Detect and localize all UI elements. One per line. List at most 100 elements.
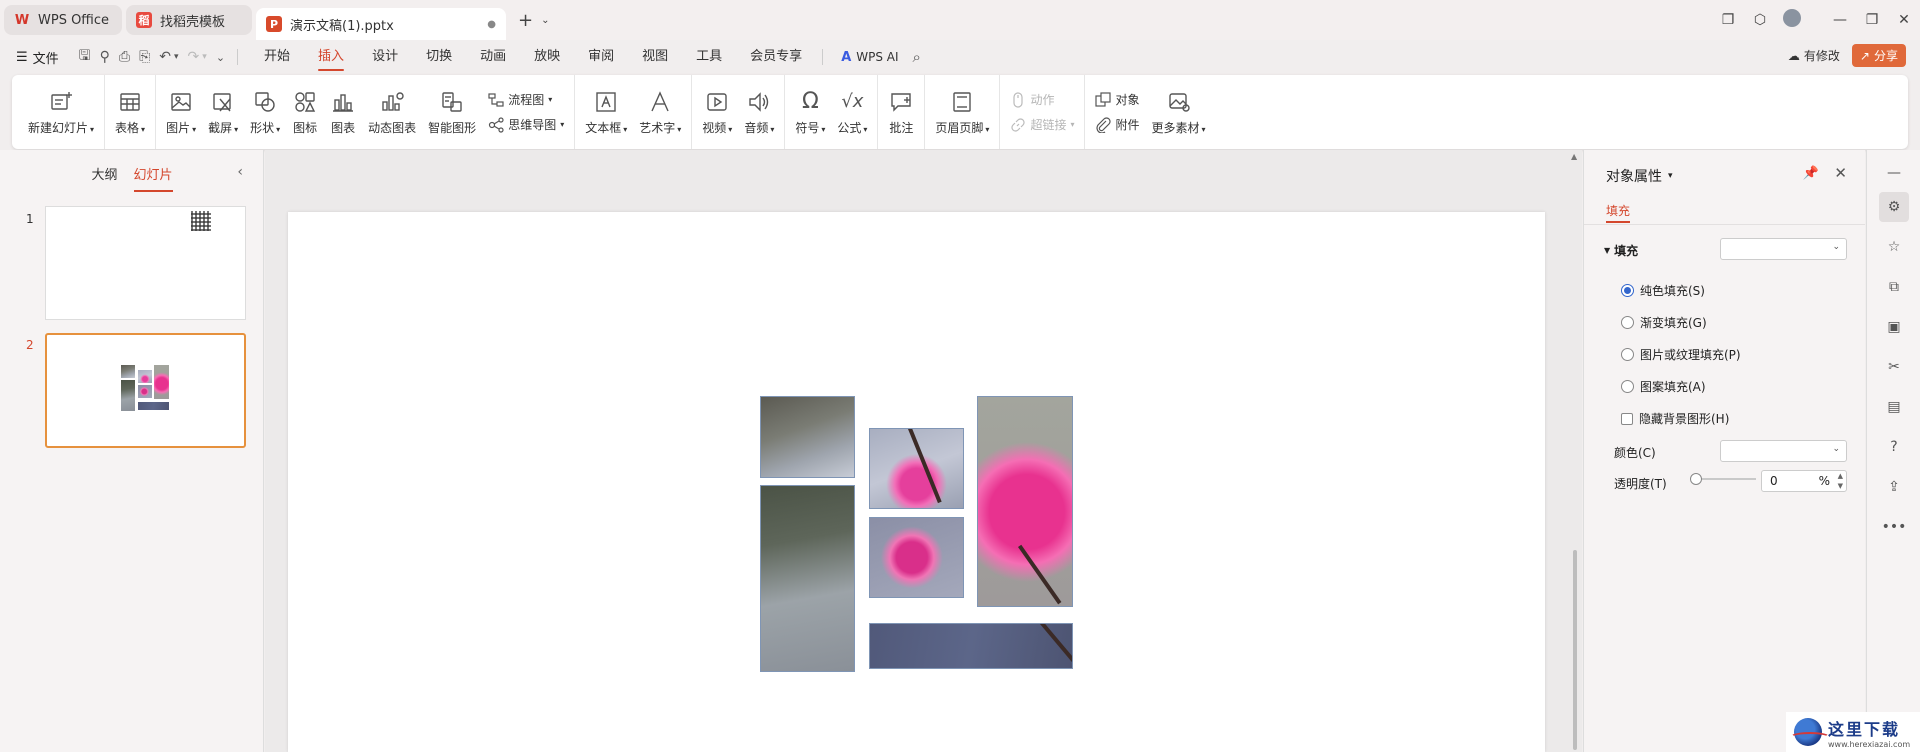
- radio-gradient-fill[interactable]: [1621, 316, 1634, 329]
- textbox-button[interactable]: 文本框 ▾: [579, 75, 633, 149]
- option-hide-background[interactable]: 隐藏背景图形(H): [1621, 410, 1729, 427]
- modified-status-button[interactable]: ☁ 有修改: [1788, 47, 1840, 64]
- tab-slideshow[interactable]: 放映: [520, 40, 574, 74]
- scrollbar-thumb[interactable]: [1573, 550, 1577, 750]
- scroll-up-icon[interactable]: ▲: [1571, 152, 1577, 161]
- tab-design[interactable]: 设计: [358, 40, 412, 74]
- wps-ai-button[interactable]: A WPS AI: [841, 50, 898, 65]
- print-icon[interactable]: ⎙: [119, 49, 130, 65]
- checkbox-hide-background[interactable]: [1621, 412, 1633, 425]
- fill-type-select[interactable]: ⌄: [1720, 238, 1847, 260]
- radio-solid-fill[interactable]: [1621, 284, 1634, 297]
- slide-thumbnail-2[interactable]: [45, 333, 246, 448]
- more-material-button[interactable]: 更多素材 ▾: [1145, 75, 1211, 149]
- hyperlink-button[interactable]: 超链接 ▾: [1010, 116, 1074, 133]
- properties-sliders-icon[interactable]: ⚙: [1879, 192, 1909, 222]
- radio-pattern-fill[interactable]: [1621, 380, 1634, 393]
- chart-button[interactable]: 图表: [324, 75, 362, 149]
- file-menu[interactable]: ☰ 文件: [16, 48, 59, 67]
- color-select[interactable]: ⌄: [1720, 440, 1847, 462]
- radio-picture-fill[interactable]: [1621, 348, 1634, 361]
- option-picture-fill[interactable]: 图片或纹理填充(P): [1621, 346, 1741, 363]
- collapse-sidebar-icon[interactable]: —: [1879, 158, 1909, 188]
- option-solid-fill[interactable]: 纯色填充(S): [1621, 282, 1705, 299]
- print-preview-icon[interactable]: ⎘: [139, 49, 150, 65]
- vertical-scrollbar[interactable]: ▲: [1570, 150, 1580, 752]
- image-edit-icon[interactable]: ▣: [1879, 312, 1909, 342]
- layers-icon[interactable]: ⧉: [1879, 272, 1909, 302]
- picture-button[interactable]: 图片 ▾: [160, 75, 202, 149]
- flowchart-button[interactable]: 流程图 ▾: [488, 91, 564, 108]
- symbol-button[interactable]: Ω 符号 ▾: [789, 75, 831, 149]
- option-gradient-fill[interactable]: 渐变填充(G): [1621, 314, 1707, 331]
- tab-transition[interactable]: 切换: [412, 40, 466, 74]
- slide-thumbnail-1[interactable]: [45, 206, 246, 320]
- action-button[interactable]: 动作: [1010, 91, 1074, 108]
- tab-view[interactable]: 视图: [628, 40, 682, 74]
- share-panel-icon[interactable]: ⇪: [1879, 472, 1909, 502]
- more-icon[interactable]: •••: [1879, 512, 1909, 542]
- collage-image-right-tall[interactable]: [977, 396, 1073, 607]
- close-window-icon[interactable]: ✕: [1888, 12, 1920, 28]
- tab-docer-templates[interactable]: 稻 找稻壳模板: [126, 5, 252, 35]
- collapse-panel-icon[interactable]: ‹: [237, 164, 243, 180]
- tab-animation[interactable]: 动画: [466, 40, 520, 74]
- new-slide-button[interactable]: 新建幻灯片 ▾: [22, 75, 100, 149]
- tab-wps-office[interactable]: W WPS Office: [4, 5, 122, 35]
- undo-dropdown-icon[interactable]: ▾: [174, 52, 179, 62]
- share-button[interactable]: ↗ 分享: [1851, 44, 1906, 67]
- redo-dropdown-icon[interactable]: ▾: [202, 52, 207, 62]
- collage-image-middle-top[interactable]: [869, 428, 964, 509]
- audio-button[interactable]: 音频 ▾: [738, 75, 780, 149]
- tab-outline[interactable]: 大纲: [91, 164, 117, 188]
- slider-knob[interactable]: [1690, 473, 1702, 485]
- redo-icon[interactable]: ↷: [188, 49, 200, 65]
- screenshot-button[interactable]: 截屏 ▾: [202, 75, 244, 149]
- cube-icon[interactable]: ⬡: [1744, 12, 1776, 28]
- tab-member[interactable]: 会员专享: [736, 40, 816, 74]
- restore-icon[interactable]: ❐: [1856, 12, 1888, 28]
- collage-image-left-tall[interactable]: [760, 485, 855, 672]
- shape-button[interactable]: 形状 ▾: [244, 75, 286, 149]
- dynamic-chart-button[interactable]: 动态图表: [362, 75, 422, 149]
- wordart-button[interactable]: 艺术字 ▾: [633, 75, 687, 149]
- book-icon[interactable]: ▤: [1879, 392, 1909, 422]
- tab-insert[interactable]: 插入: [304, 40, 358, 74]
- comment-button[interactable]: 批注: [882, 75, 920, 149]
- tab-slides[interactable]: 幻灯片: [133, 164, 173, 192]
- tab-fill[interactable]: 填充: [1606, 202, 1631, 223]
- header-footer-button[interactable]: 页眉页脚 ▾: [929, 75, 995, 149]
- table-button[interactable]: 表格 ▾: [109, 75, 151, 149]
- tab-home[interactable]: 开始: [250, 40, 304, 74]
- panel-title[interactable]: 对象属性 ▾: [1606, 166, 1673, 186]
- fill-section-header[interactable]: ▼ 填充: [1604, 242, 1638, 259]
- collage-image-middle-bottom[interactable]: [869, 517, 964, 598]
- spinner-arrows-icon[interactable]: ▲ ▼: [1838, 471, 1843, 491]
- formula-button[interactable]: √x 公式 ▾: [831, 75, 873, 149]
- smart-art-button[interactable]: 智能图形: [422, 75, 482, 149]
- collage-image-top-left[interactable]: [760, 396, 855, 478]
- mindmap-button[interactable]: 思维导图 ▾: [488, 116, 564, 133]
- slide-canvas[interactable]: [288, 212, 1545, 752]
- customize-qa-icon[interactable]: ⌄: [216, 51, 225, 64]
- tools-icon[interactable]: ✂: [1879, 352, 1909, 382]
- tab-review[interactable]: 审阅: [574, 40, 628, 74]
- icon-button[interactable]: 图标: [286, 75, 324, 149]
- transparency-input[interactable]: 0 % ▲ ▼: [1761, 470, 1847, 492]
- tab-tools[interactable]: 工具: [682, 40, 736, 74]
- new-tab-button[interactable]: + ⌄: [518, 5, 549, 35]
- pin-icon[interactable]: 📌: [1803, 166, 1819, 181]
- user-avatar[interactable]: [1776, 9, 1808, 31]
- save-icon[interactable]: 🖫: [79, 45, 91, 69]
- window-layout-icon[interactable]: ❐: [1712, 12, 1744, 28]
- close-panel-icon[interactable]: ✕: [1834, 164, 1847, 182]
- option-pattern-fill[interactable]: 图案填充(A): [1621, 378, 1706, 395]
- video-button[interactable]: 视频 ▾: [696, 75, 738, 149]
- transparency-slider[interactable]: [1690, 473, 1756, 485]
- unsaved-dot-icon[interactable]: ●: [487, 19, 496, 30]
- format-painter-icon[interactable]: ⚲: [100, 49, 110, 65]
- minimize-icon[interactable]: —: [1824, 12, 1856, 28]
- attachment-button[interactable]: 附件: [1095, 116, 1139, 133]
- tab-pptx-document[interactable]: P 演示文稿(1).pptx ●: [256, 8, 506, 40]
- help-icon[interactable]: ?: [1879, 432, 1909, 462]
